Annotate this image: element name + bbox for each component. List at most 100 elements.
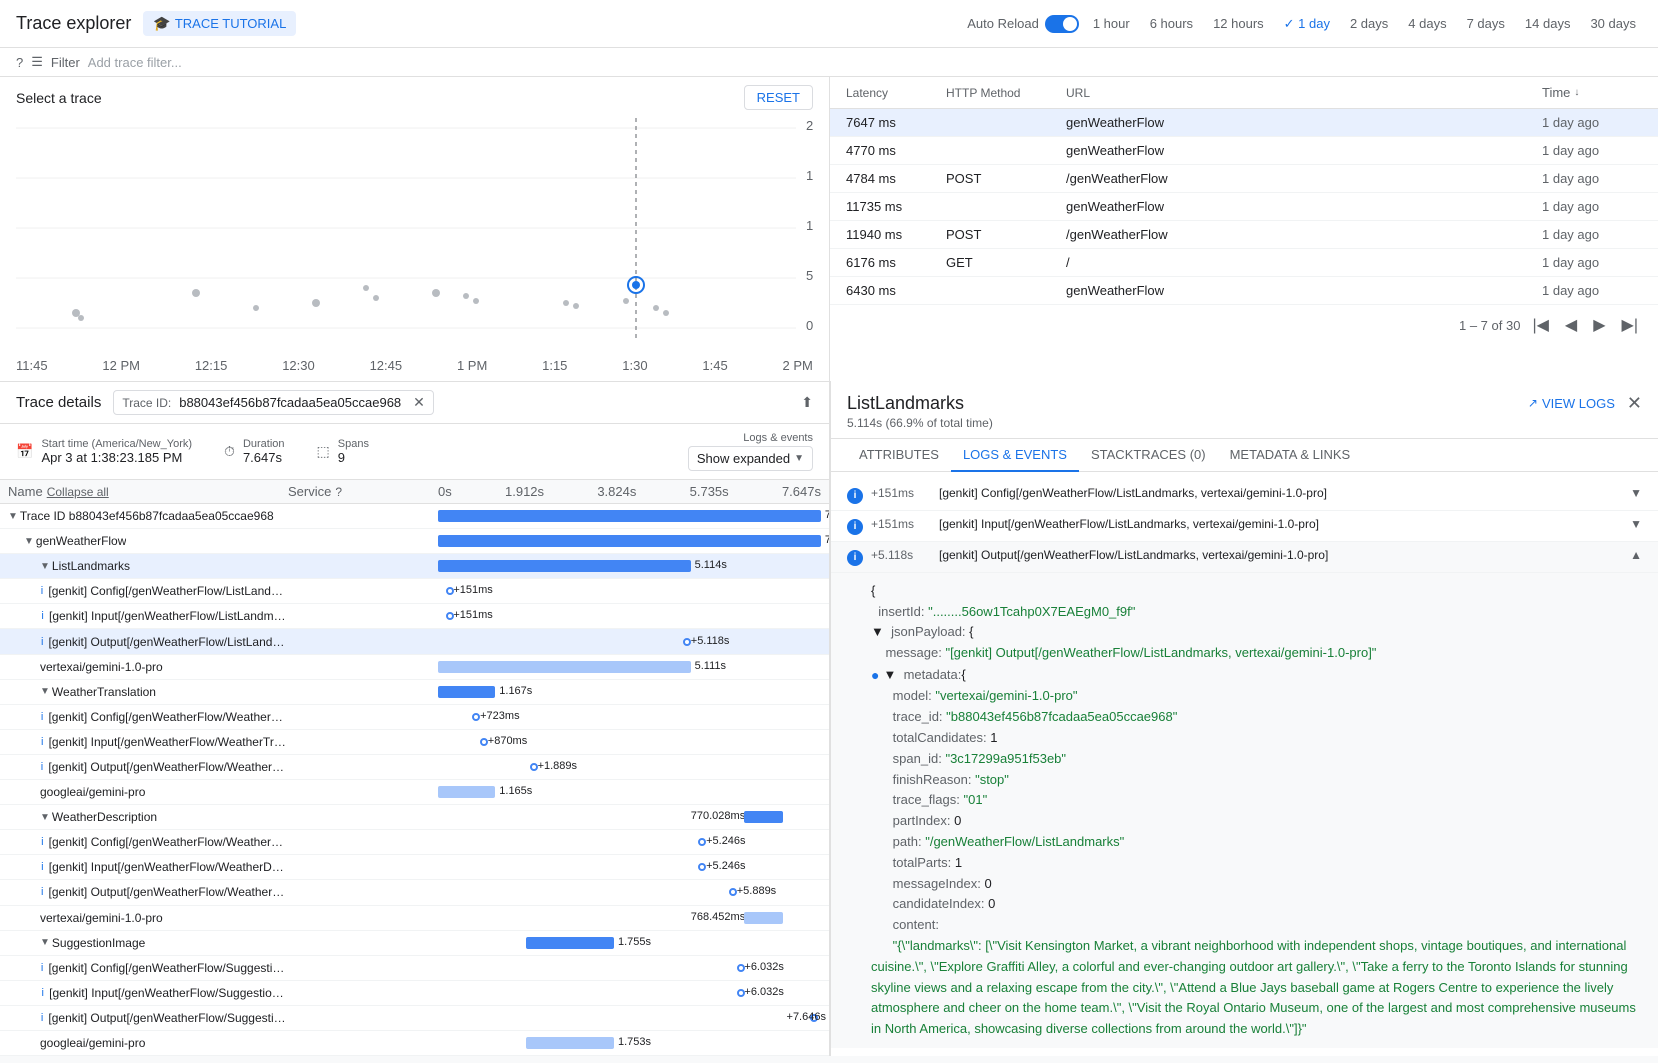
time-btn-14d[interactable]: 14 days xyxy=(1519,12,1577,35)
log-time: +5.118s xyxy=(871,548,931,562)
table-row[interactable]: 4770 ms genWeatherFlow 1 day ago xyxy=(830,137,1658,165)
expand-icon[interactable]: ▼ xyxy=(24,536,34,547)
time-btn-7d[interactable]: 7 days xyxy=(1461,12,1511,35)
collapse-all-button[interactable]: Collapse all xyxy=(47,485,109,499)
time-btn-1h[interactable]: 1 hour xyxy=(1087,12,1136,35)
span-bar xyxy=(438,535,821,547)
tutorial-badge[interactable]: 🎓 TRACE TUTORIAL xyxy=(143,11,296,36)
expanded-line: { xyxy=(871,581,1642,602)
table-row[interactable]: 6176 ms GET / 1 day ago xyxy=(830,249,1658,277)
tab-stacktraces[interactable]: STACKTRACES (0) xyxy=(1079,439,1218,472)
table-row[interactable]: 11940 ms POST /genWeatherFlow 1 day ago xyxy=(830,221,1658,249)
tab-attributes[interactable]: ATTRIBUTES xyxy=(847,439,951,472)
span-row[interactable]: i [genkit] Input[/genWeatherFlow/Weather… xyxy=(0,730,829,755)
span-row[interactable]: googleai/gemini-pro 1.753s xyxy=(0,1031,829,1056)
table-row[interactable]: 6430 ms genWeatherFlow 1 day ago xyxy=(830,277,1658,305)
expanded-line: model: "vertexai/gemini-1.0-pro" xyxy=(871,686,1642,707)
span-label: +151ms xyxy=(453,584,492,596)
span-row[interactable]: ▼ SuggestionImage 1.755s xyxy=(0,931,829,956)
info-icon: i xyxy=(38,861,47,873)
cell-time: 1 day ago xyxy=(1542,143,1642,158)
filter-input[interactable]: Add trace filter... xyxy=(88,55,182,70)
span-row[interactable]: googleai/gemini-pro 1.165s xyxy=(0,780,829,805)
span-row[interactable]: ▼ WeatherDescription 770.028ms xyxy=(0,805,829,830)
span-timeline-cell: 1.753s xyxy=(438,1033,821,1053)
span-row[interactable]: i [genkit] Output[/genWeatherFlow/Weathe… xyxy=(0,755,829,780)
service-help-icon[interactable]: ? xyxy=(335,485,342,499)
expanded-line: totalParts: 1 xyxy=(871,853,1642,874)
span-name-text: [genkit] Output[/genWeatherFlow/WeatherD… xyxy=(49,885,288,899)
logs-select[interactable]: Show expanded ▼ xyxy=(688,446,813,471)
log-event-2[interactable]: i +151ms [genkit] Input[/genWeatherFlow/… xyxy=(831,511,1658,542)
svg-text:20s: 20s xyxy=(806,118,813,133)
detail-content: i +151ms [genkit] Config[/genWeatherFlow… xyxy=(831,472,1658,1056)
collapse-panel-icon[interactable]: ⬆ xyxy=(801,394,813,411)
expand-icon[interactable]: ▼ xyxy=(8,511,18,522)
span-row[interactable]: i [genkit] Config[/genWeatherFlow/Weathe… xyxy=(0,705,829,730)
last-page-button[interactable]: ▶| xyxy=(1618,313,1642,337)
expand-icon[interactable]: ▼ xyxy=(40,937,50,948)
tab-logs-events[interactable]: LOGS & EVENTS xyxy=(951,439,1079,472)
expanded-line: message: "[genkit] Output[/genWeatherFlo… xyxy=(871,643,1642,664)
span-name-cell: vertexai/gemini-1.0-pro xyxy=(8,660,288,674)
time-btn-2d[interactable]: 2 days xyxy=(1344,12,1394,35)
span-row[interactable]: i [genkit] Output[/genWeatherFlow/Weathe… xyxy=(0,880,829,905)
col-url-header: URL xyxy=(1066,86,1542,100)
span-bar xyxy=(438,661,691,673)
time-btn-30d[interactable]: 30 days xyxy=(1584,12,1642,35)
time-btn-12h[interactable]: 12 hours xyxy=(1207,12,1270,35)
prev-page-button[interactable]: ◀ xyxy=(1561,313,1581,337)
table-row[interactable]: 7647 ms genWeatherFlow 1 day ago xyxy=(830,109,1658,137)
trace-details-title: Trace details xyxy=(16,394,101,411)
span-row[interactable]: ▼ WeatherTranslation 1.167s xyxy=(0,680,829,705)
expanded-line: path: "/genWeatherFlow/ListLandmarks" xyxy=(871,832,1642,853)
time-btn-4d[interactable]: 4 days xyxy=(1402,12,1452,35)
first-page-button[interactable]: |◀ xyxy=(1528,313,1552,337)
close-detail-button[interactable]: ✕ xyxy=(1627,393,1642,414)
span-row[interactable]: vertexai/gemini-1.0-pro 768.452ms xyxy=(0,906,829,931)
reset-button[interactable]: RESET xyxy=(744,85,813,110)
span-row[interactable]: i [genkit] Input[/genWeatherFlow/ListLan… xyxy=(0,604,829,629)
span-row[interactable]: i [genkit] Config[/genWeatherFlow/ListLa… xyxy=(0,579,829,604)
span-row[interactable]: i [genkit] Output[/genWeatherFlow/Sugges… xyxy=(0,1006,829,1031)
span-row[interactable]: i [genkit] Config[/genWeatherFlow/Sugges… xyxy=(0,956,829,981)
span-bar xyxy=(526,1037,614,1049)
span-row[interactable]: vertexai/gemini-1.0-pro 5.111s xyxy=(0,655,829,680)
svg-text:0: 0 xyxy=(806,318,813,333)
log-event-1[interactable]: i +151ms [genkit] Config[/genWeatherFlow… xyxy=(831,480,1658,511)
span-name-text: WeatherTranslation xyxy=(52,685,156,699)
sort-icon[interactable]: ↓ xyxy=(1574,87,1579,98)
log-event-3[interactable]: i +5.118s [genkit] Output[/genWeatherFlo… xyxy=(831,542,1658,573)
x-label: 12:45 xyxy=(370,358,403,373)
time-controls: Auto Reload 1 hour 6 hours 12 hours ✓ 1 … xyxy=(967,12,1642,36)
span-row[interactable]: ▼ ListLandmarks 5.114s xyxy=(0,554,829,579)
span-row[interactable]: i [genkit] Output[/genWeatherFlow/ListLa… xyxy=(0,629,829,654)
log-expand-chevron[interactable]: ▼ xyxy=(1630,517,1642,531)
log-collapse-chevron[interactable]: ▲ xyxy=(1630,548,1642,562)
span-row[interactable]: i [genkit] Input[/genWeatherFlow/Weather… xyxy=(0,855,829,880)
cell-method: POST xyxy=(946,171,1066,186)
auto-reload-toggle[interactable] xyxy=(1045,15,1079,33)
time-btn-1d[interactable]: ✓ 1 day xyxy=(1278,12,1336,36)
tab-metadata-links[interactable]: METADATA & LINKS xyxy=(1218,439,1363,472)
cell-time: 1 day ago xyxy=(1542,255,1642,270)
close-trace-id-button[interactable]: ✕ xyxy=(413,394,425,411)
span-row[interactable]: ▼ Trace ID b88043ef456b87fcadaa5ea05ccae… xyxy=(0,504,829,529)
span-row[interactable]: ▼ genWeatherFlow 7.647s xyxy=(0,529,829,554)
time-btn-6h[interactable]: 6 hours xyxy=(1144,12,1199,35)
log-expand-chevron[interactable]: ▼ xyxy=(1630,486,1642,500)
table-row[interactable]: 4784 ms POST /genWeatherFlow 1 day ago xyxy=(830,165,1658,193)
span-bar xyxy=(744,912,782,924)
expand-icon[interactable]: ▼ xyxy=(40,686,50,697)
expand-icon[interactable]: ▼ xyxy=(40,812,50,823)
col-method-header: HTTP Method xyxy=(946,86,1066,100)
span-name-cell: i [genkit] Config[/genWeatherFlow/Weathe… xyxy=(8,835,288,849)
expand-icon[interactable]: ▼ xyxy=(40,561,50,572)
span-row[interactable]: i [genkit] Config[/genWeatherFlow/Weathe… xyxy=(0,830,829,855)
span-row[interactable]: i [genkit] Input[/genWeatherFlow/Suggest… xyxy=(0,981,829,1006)
view-logs-button[interactable]: ↗ VIEW LOGS xyxy=(1528,396,1615,411)
next-page-button[interactable]: ▶ xyxy=(1589,313,1609,337)
span-label: +6.032s xyxy=(744,961,783,973)
span-timeline-cell: 770.028ms xyxy=(438,807,821,827)
table-row[interactable]: 11735 ms genWeatherFlow 1 day ago xyxy=(830,193,1658,221)
